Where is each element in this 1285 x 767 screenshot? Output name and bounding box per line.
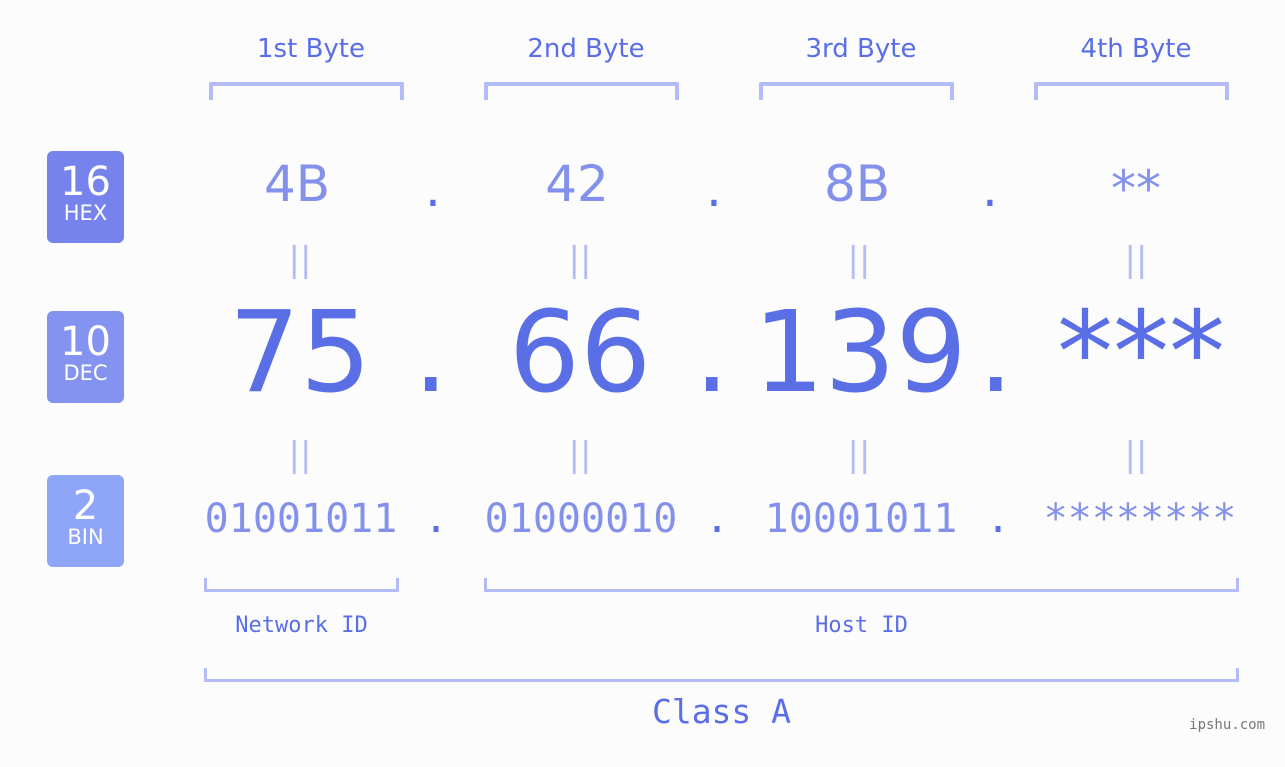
class-bracket (204, 668, 1239, 682)
dec-separator: . (413, 288, 449, 418)
bin-value-3: 10001011 (764, 496, 958, 542)
bin-value-1: 01001011 (204, 496, 398, 542)
bin-badge-base: 2 (72, 483, 99, 529)
byte-bracket-2 (484, 82, 679, 100)
hex-separator: . (425, 160, 441, 218)
dec-separator: . (978, 288, 1014, 418)
hex-badge-base: 16 (60, 159, 111, 205)
dec-value-2: 66 (508, 288, 652, 418)
byte-header-1: 1st Byte (257, 34, 365, 64)
bin-value-2: 01000010 (484, 496, 678, 542)
bin-badge: 2 BIN (47, 475, 124, 567)
dec-badge-base: 10 (60, 319, 111, 365)
bin-separator: . (424, 496, 449, 542)
equals-sign: || (1124, 240, 1148, 280)
dec-value-1: 75 (228, 288, 372, 418)
hex-badge: 16 HEX (47, 151, 124, 243)
hex-value-1: 4B (263, 155, 331, 213)
bin-separator: . (705, 496, 730, 542)
dec-value-3: 139 (753, 288, 967, 418)
hex-separator: . (982, 160, 998, 218)
hex-value-3: 8B (823, 155, 891, 213)
equals-sign: || (847, 240, 871, 280)
bin-separator: . (986, 496, 1011, 542)
equals-sign: || (1124, 435, 1148, 475)
byte-header-4: 4th Byte (1080, 34, 1192, 64)
network-id-bracket (204, 578, 399, 592)
hex-badge-label: HEX (63, 201, 108, 225)
byte-header-3: 3rd Byte (805, 34, 917, 64)
host-id-bracket (484, 578, 1239, 592)
dec-badge: 10 DEC (47, 311, 124, 403)
hex-separator: . (706, 160, 722, 218)
equals-sign: || (288, 435, 312, 475)
byte-bracket-1 (209, 82, 404, 100)
equals-sign: || (568, 240, 592, 280)
hex-value-2: 42 (545, 155, 609, 213)
equals-sign: || (288, 240, 312, 280)
bin-value-4: ******** (1043, 496, 1237, 542)
dec-badge-label: DEC (63, 361, 108, 385)
host-id-label: Host ID (815, 613, 908, 638)
byte-bracket-3 (759, 82, 954, 100)
byte-bracket-4 (1034, 82, 1229, 100)
ip-class-label: Class A (651, 692, 792, 731)
dec-value-4: *** (1057, 288, 1225, 418)
watermark: ipshu.com (1189, 717, 1265, 733)
network-id-label: Network ID (235, 613, 368, 638)
dec-separator: . (694, 288, 730, 418)
hex-value-4: ** (1111, 160, 1161, 218)
byte-header-2: 2nd Byte (527, 34, 645, 64)
equals-sign: || (847, 435, 871, 475)
equals-sign: || (568, 435, 592, 475)
bin-badge-label: BIN (67, 525, 104, 549)
